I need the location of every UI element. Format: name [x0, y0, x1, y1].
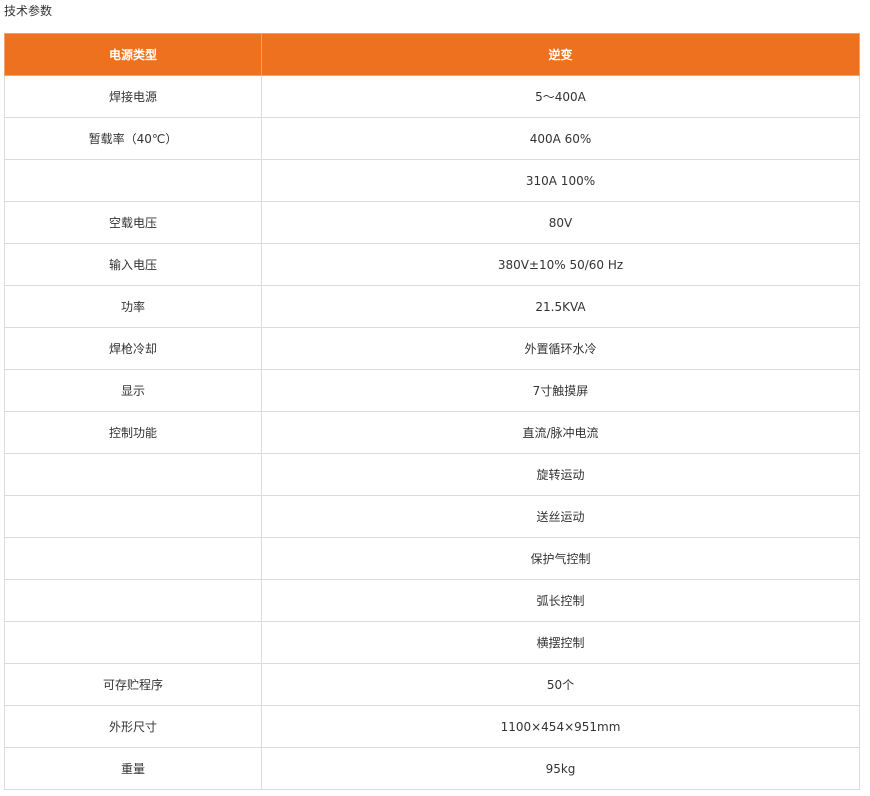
row-label: [4, 579, 262, 622]
table-row: 功率 21.5KVA: [4, 285, 860, 328]
page-title: 技术参数: [4, 4, 53, 18]
table-row: 横摆控制: [4, 621, 860, 664]
spec-table-header: 电源类型 逆变: [4, 33, 860, 76]
header-row: 电源类型 逆变: [4, 33, 860, 76]
row-value: 400A 60%: [261, 117, 860, 160]
row-label: 空载电压: [4, 201, 262, 244]
row-label: 输入电压: [4, 243, 262, 286]
row-value: 7寸触摸屏: [261, 369, 860, 412]
table-row: 送丝运动: [4, 495, 860, 538]
table-row: 保护气控制: [4, 537, 860, 580]
table-row: 焊接电源 5～400A: [4, 75, 860, 118]
row-label: 控制功能: [4, 411, 262, 454]
row-label: [4, 159, 262, 202]
row-value: 旋转运动: [261, 453, 860, 496]
row-label: 可存贮程序: [4, 663, 262, 706]
spec-table-body: 焊接电源 5～400A 暂载率（40℃） 400A 60% 310A 100% …: [4, 75, 860, 790]
row-value: 95kg: [261, 747, 860, 790]
table-row: 控制功能 直流/脉冲电流: [4, 411, 860, 454]
table-row: 输入电压 380V±10% 50/60 Hz: [4, 243, 860, 286]
row-value: 外置循环水冷: [261, 327, 860, 370]
table-row: 显示 7寸触摸屏: [4, 369, 860, 412]
row-label: 功率: [4, 285, 262, 328]
table-row: 空载电压 80V: [4, 201, 860, 244]
row-value: 弧长控制: [261, 579, 860, 622]
table-row: 重量 95kg: [4, 747, 860, 790]
row-label: 暂载率（40℃）: [4, 117, 262, 160]
table-row: 旋转运动: [4, 453, 860, 496]
table-row: 弧长控制: [4, 579, 860, 622]
table-row: 可存贮程序 50个: [4, 663, 860, 706]
row-label: 焊接电源: [4, 75, 262, 118]
row-value: 1100×454×951mm: [261, 705, 860, 748]
row-value: 送丝运动: [261, 495, 860, 538]
row-value: 直流/脉冲电流: [261, 411, 860, 454]
row-value: 横摆控制: [261, 621, 860, 664]
row-label: 焊枪冷却: [4, 327, 262, 370]
table-row: 焊枪冷却 外置循环水冷: [4, 327, 860, 370]
table-row: 310A 100%: [4, 159, 860, 202]
row-label: [4, 621, 262, 664]
row-label: 外形尺寸: [4, 705, 262, 748]
row-value: 21.5KVA: [261, 285, 860, 328]
row-value: 310A 100%: [261, 159, 860, 202]
row-label: [4, 537, 262, 580]
row-value: 保护气控制: [261, 537, 860, 580]
row-value: 380V±10% 50/60 Hz: [261, 243, 860, 286]
table-row: 外形尺寸 1100×454×951mm: [4, 705, 860, 748]
row-label: [4, 453, 262, 496]
table-row: 暂载率（40℃） 400A 60%: [4, 117, 860, 160]
spec-table: 电源类型 逆变 焊接电源 5～400A 暂载率（40℃） 400A 60% 31…: [4, 33, 860, 790]
row-value: 5～400A: [261, 75, 860, 118]
row-label: [4, 495, 262, 538]
header-inverter: 逆变: [261, 33, 860, 76]
header-power-type: 电源类型: [4, 33, 262, 76]
row-label: 显示: [4, 369, 262, 412]
row-value: 50个: [261, 663, 860, 706]
row-label: 重量: [4, 747, 262, 790]
row-value: 80V: [261, 201, 860, 244]
